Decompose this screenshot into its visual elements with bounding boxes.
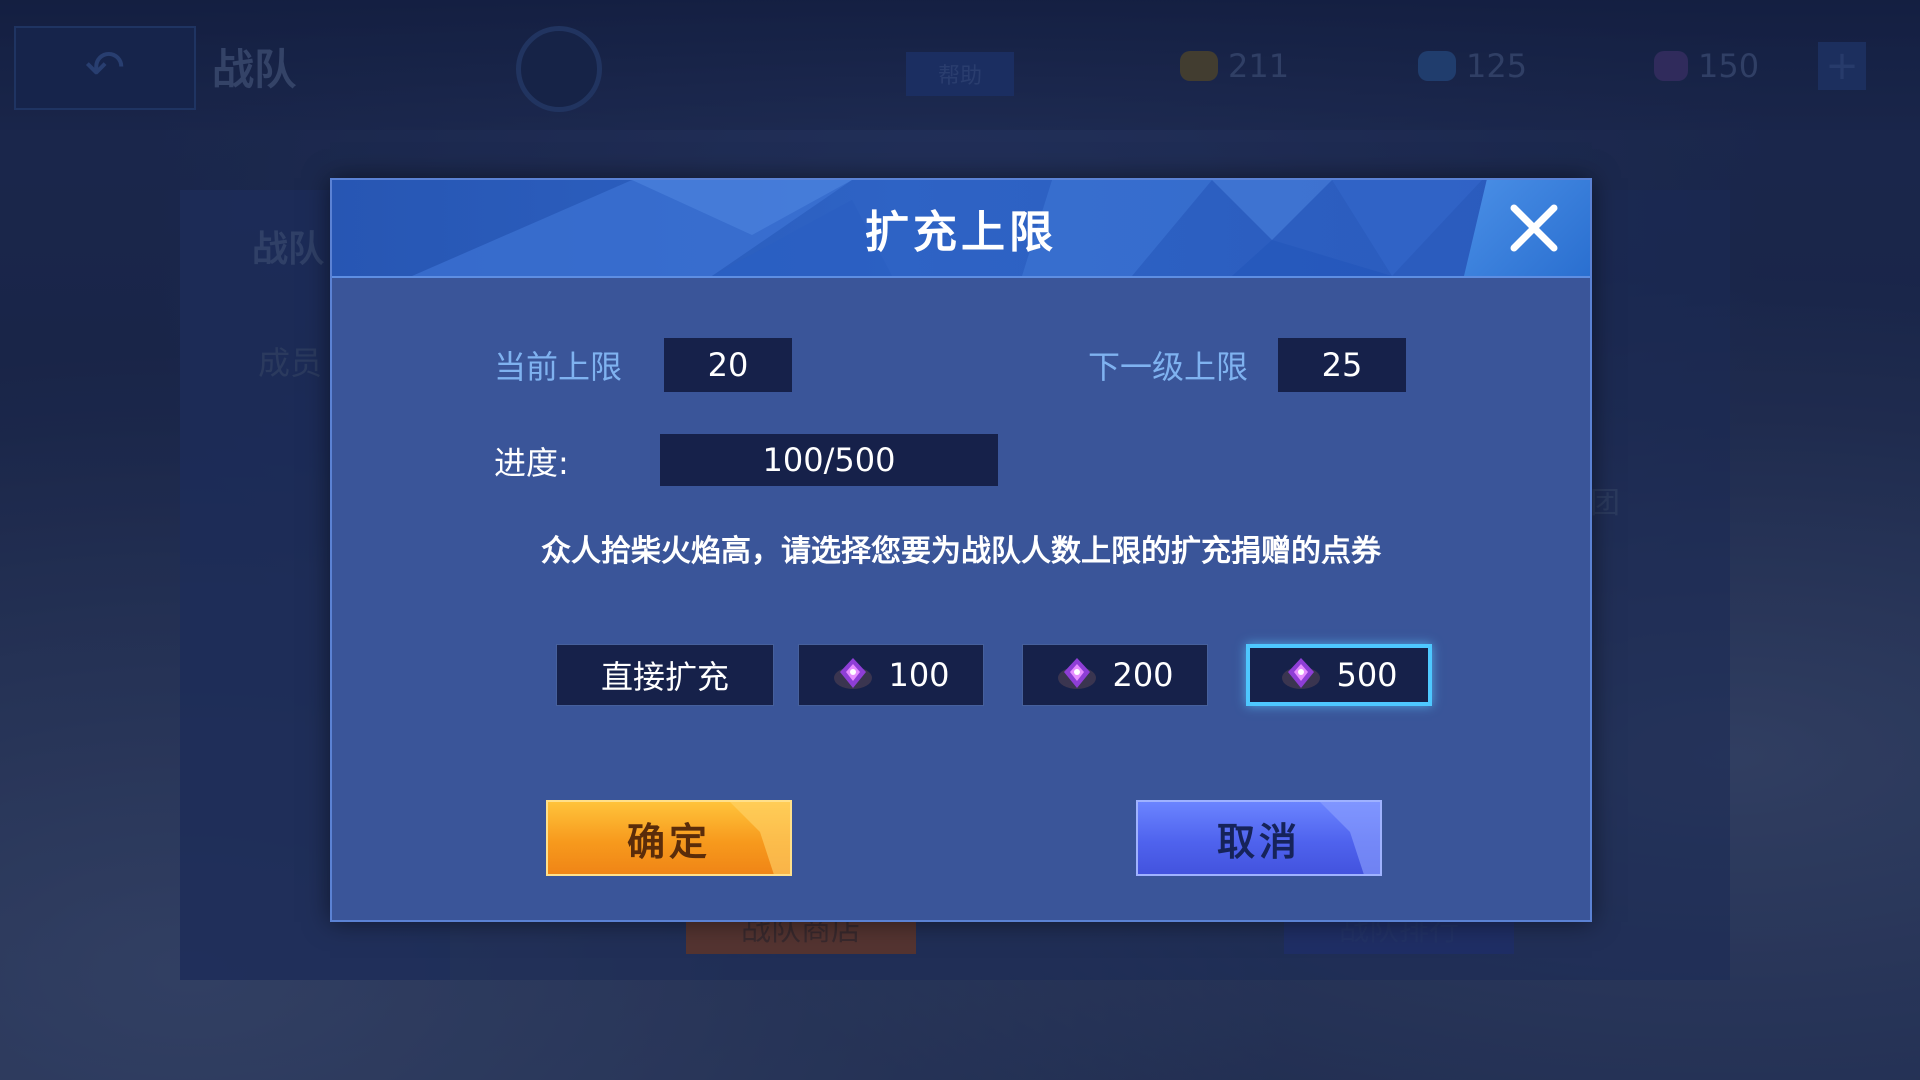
point-gem-icon bbox=[834, 658, 873, 689]
option-label: 200 bbox=[1112, 656, 1174, 694]
button-glint-decoration bbox=[1320, 802, 1380, 874]
progress-value: 100/500 bbox=[762, 441, 896, 479]
point-gem-icon bbox=[1058, 658, 1097, 689]
donation-message: 众人拾柴火焰高，请选择您要为战队人数上限的扩充捐赠的点券 bbox=[541, 534, 1381, 569]
dialog-title: 扩充上限 bbox=[865, 207, 1057, 258]
expand-limit-dialog: 扩充上限 当前上限 20 下一级上限 25 进度: 100/500 众人拾柴火焰… bbox=[330, 178, 1592, 922]
next-limit-value: 25 bbox=[1278, 338, 1406, 392]
option-100[interactable]: 100 bbox=[798, 644, 984, 706]
option-label: 直接扩充 bbox=[600, 658, 729, 696]
current-limit-value: 20 bbox=[664, 338, 792, 392]
option-direct-expand[interactable]: 直接扩充 bbox=[556, 644, 774, 706]
button-glint-decoration bbox=[730, 802, 790, 874]
dialog-header: 扩充上限 bbox=[332, 180, 1590, 278]
confirm-button[interactable]: 确定 bbox=[546, 800, 792, 876]
confirm-label: 确定 bbox=[626, 819, 711, 864]
next-limit-label: 下一级上限 bbox=[1088, 348, 1249, 386]
option-200[interactable]: 200 bbox=[1022, 644, 1208, 706]
current-limit-label: 当前上限 bbox=[494, 348, 623, 386]
progress-bar: 100/500 bbox=[660, 434, 998, 486]
option-label: 100 bbox=[888, 656, 950, 694]
cancel-button[interactable]: 取消 bbox=[1136, 800, 1382, 876]
option-500[interactable]: 500 bbox=[1246, 644, 1432, 706]
option-label: 500 bbox=[1336, 656, 1398, 694]
point-gem-icon bbox=[1282, 658, 1321, 689]
close-icon bbox=[1510, 204, 1558, 252]
cancel-label: 取消 bbox=[1216, 819, 1301, 864]
progress-label: 进度: bbox=[494, 444, 569, 482]
